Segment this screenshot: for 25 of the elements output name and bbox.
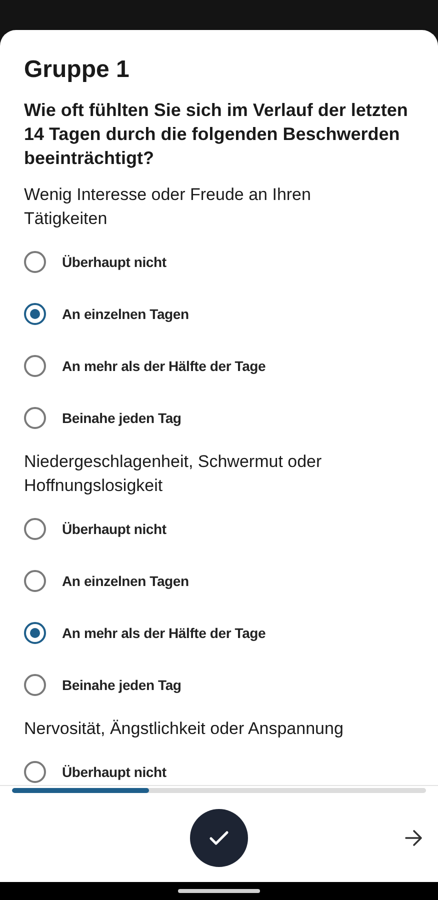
- question-text: Wie oft fühlten Sie sich im Verlauf der letzten 14 Tagen durch die folgenden Beschwerden beeinträchtigt?: [23, 99, 409, 170]
- option-label: Überhaupt nicht: [62, 520, 166, 539]
- radio-button[interactable]: [24, 407, 46, 429]
- page-title: Gruppe 1: [23, 56, 130, 84]
- checkmark-icon: [209, 830, 229, 846]
- option-label: An einzelnen Tagen: [62, 572, 189, 591]
- radio-button[interactable]: [24, 303, 46, 325]
- radio-button[interactable]: [24, 761, 46, 783]
- option-label: Beinahe jeden Tag: [62, 408, 182, 428]
- item-heading: Niedergeschlagenheit, Schwermut oder Hoffnungslosigkeit: [23, 451, 323, 497]
- radio-button[interactable]: [24, 251, 46, 273]
- radio-button[interactable]: [24, 622, 46, 644]
- option-label: Beinahe jeden Tag: [62, 676, 182, 695]
- arrow-right-icon: [404, 828, 424, 846]
- option-label: Überhaupt nicht: [62, 252, 166, 272]
- option-label: Überhaupt nicht: [62, 762, 166, 782]
- option-label: An mehr als der Hälfte der Tage: [62, 356, 266, 376]
- option-label: An einzelnen Tagen: [62, 304, 189, 324]
- radio-button[interactable]: [24, 355, 46, 377]
- radio-button[interactable]: [24, 570, 46, 592]
- item-heading: Wenig Interesse oder Freude an Ihren Tätigkeiten: [23, 184, 312, 230]
- option-label: An mehr als der Hälfte der Tage: [62, 624, 266, 643]
- radio-button[interactable]: [24, 518, 46, 540]
- radio-button[interactable]: [24, 674, 46, 696]
- item-heading: Nervosität, Ängstlichkeit oder Anspannung: [23, 718, 344, 740]
